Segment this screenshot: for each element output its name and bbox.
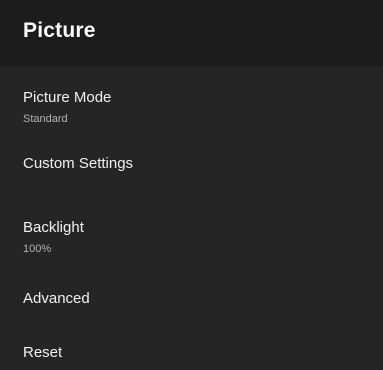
settings-header: Picture [0,0,383,66]
menu-item-label: Backlight [23,219,84,236]
menu-item-label: Custom Settings [23,155,134,172]
menu-item-value: 100% [23,243,52,255]
menu-item-value: Standard [23,113,68,125]
page-title: Picture [23,19,96,42]
menu-item-backlight[interactable]: Backlight 100% [0,206,383,262]
menu-item-label: Picture Mode [23,89,112,106]
menu-item-custom-settings[interactable]: Custom Settings [0,138,383,190]
menu-item-reset[interactable]: Reset [0,330,383,370]
menu-item-picture-mode[interactable]: Picture Mode Standard [0,72,383,128]
menu-item-advanced[interactable]: Advanced [0,276,383,328]
menu-item-label: Reset [23,344,63,361]
menu-item-label: Advanced [23,290,90,307]
settings-menu: Picture Mode Standard Custom Settings Ba… [0,66,383,370]
